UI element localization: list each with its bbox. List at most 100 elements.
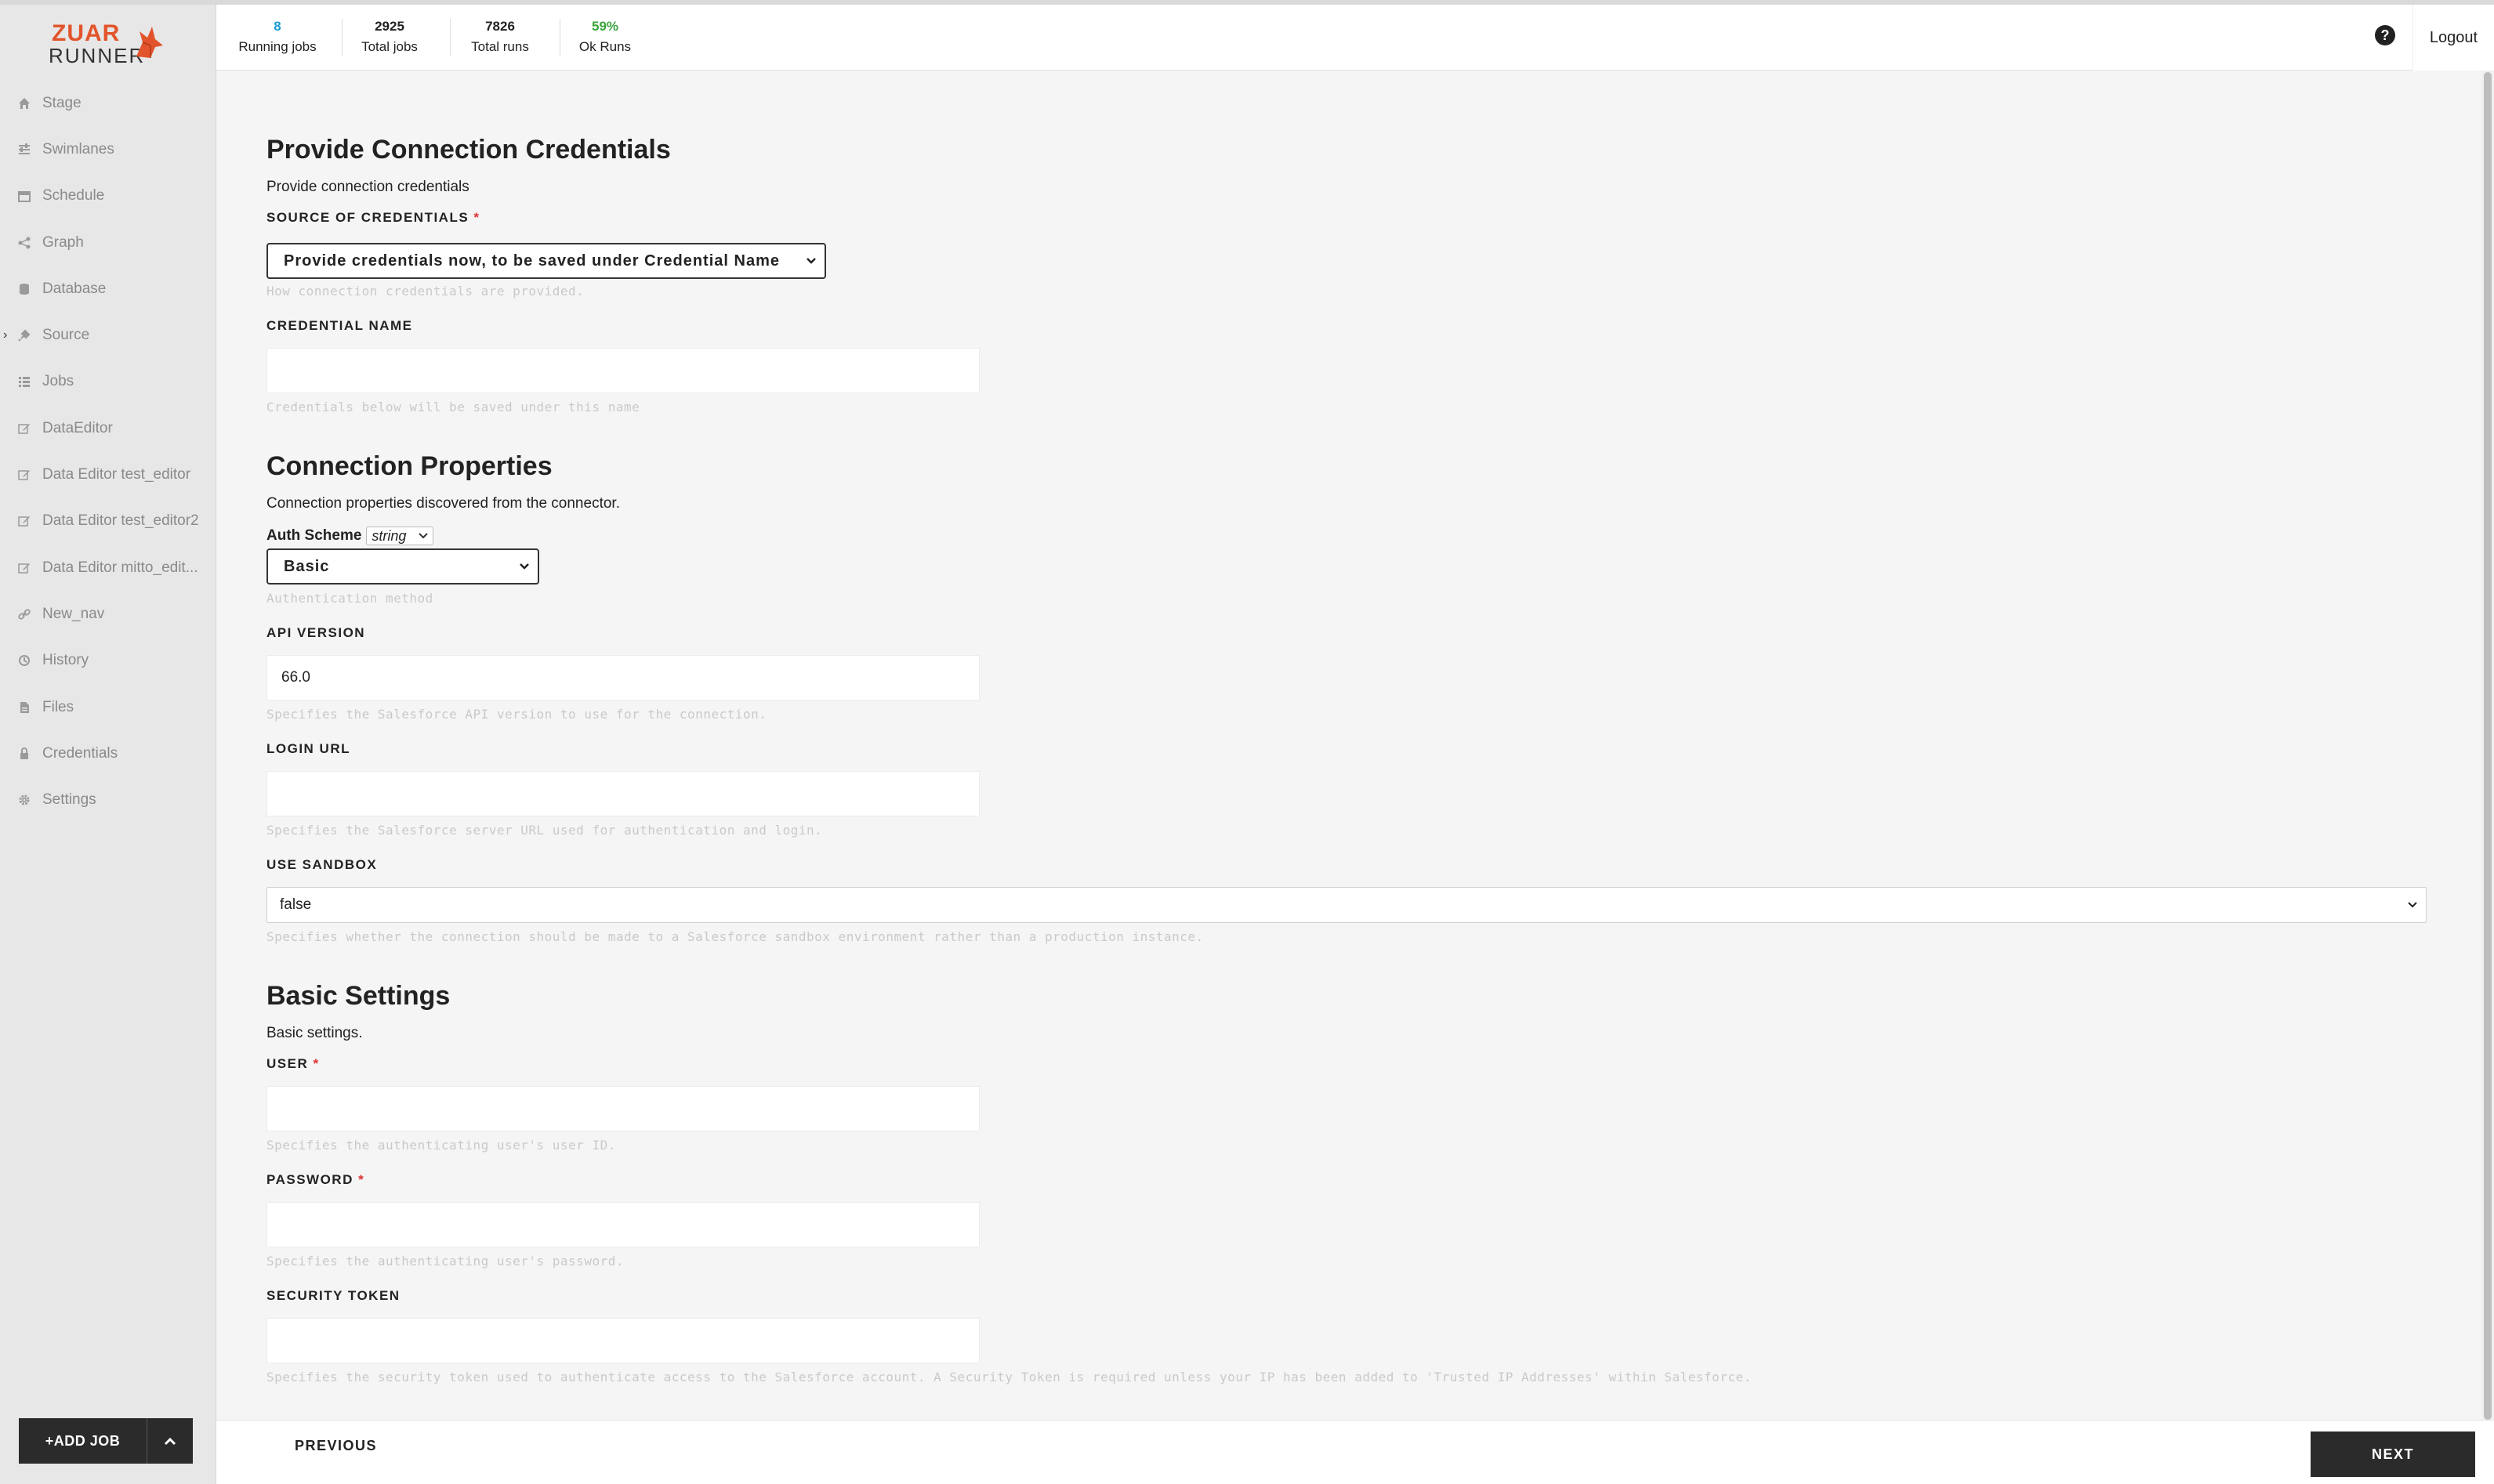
sidebar-item-label: Graph: [42, 233, 84, 251]
database-icon: [17, 282, 31, 296]
add-job-menu-toggle[interactable]: [147, 1418, 193, 1464]
sidebar-item-label: Files: [42, 698, 74, 715]
stat-label: Total jobs: [361, 39, 418, 54]
logout-button[interactable]: Logout: [2412, 5, 2494, 71]
sidebar-item-jobs[interactable]: Jobs: [0, 359, 216, 405]
link-icon: [17, 607, 31, 621]
sidebar-item-data-editor-test-editor[interactable]: Data Editor test_editor: [0, 451, 216, 498]
api-version-input[interactable]: 66.0: [266, 655, 980, 700]
sidebar-item-label: Data Editor test_editor: [42, 466, 191, 483]
chevron-down-icon: [807, 258, 816, 264]
sidebar-item-database[interactable]: Database: [0, 266, 216, 312]
required-marker: *: [473, 210, 480, 225]
sidebar-item-history[interactable]: History: [0, 638, 216, 684]
sidebar-item-data-editor-mitto-edit[interactable]: Data Editor mitto_edit...: [0, 545, 216, 591]
required-marker: *: [358, 1172, 365, 1187]
stat-total-runs[interactable]: 7826 Total runs: [462, 19, 538, 60]
stat-label: Running jobs: [238, 39, 317, 54]
type-value: string: [372, 527, 407, 544]
add-job-button-group: +ADD JOB: [19, 1418, 193, 1464]
credential-name-input[interactable]: [266, 348, 980, 393]
chevron-down-icon: [419, 533, 429, 539]
home-icon: [17, 96, 31, 110]
label-text: PASSWORD: [266, 1172, 353, 1187]
sidebar-item-new-nav[interactable]: New_nav: [0, 591, 216, 637]
stat-value: 7826: [485, 19, 515, 34]
login-url-hint: Specifies the Salesforce server URL used…: [266, 823, 823, 838]
label-text: USER: [266, 1056, 309, 1071]
add-job-button[interactable]: +ADD JOB: [19, 1418, 147, 1464]
stat-running-jobs[interactable]: 8 Running jobs: [238, 19, 317, 60]
sidebar-item-label: Swimlanes: [42, 140, 114, 157]
app-logo[interactable]: ZUAR RUNNER: [49, 20, 166, 67]
sidebar-item-swimlanes[interactable]: Swimlanes: [0, 126, 216, 172]
section-title-connection: Connection Properties: [266, 451, 553, 481]
sidebar-nav: Stage Swimlanes Schedule Graph Database …: [0, 80, 216, 823]
calendar-icon: [17, 189, 31, 203]
next-button[interactable]: NEXT: [2311, 1432, 2475, 1477]
credential-name-hint: Credentials below will be saved under th…: [266, 400, 640, 414]
login-url-input[interactable]: [266, 771, 980, 816]
main-scrollbar[interactable]: [2481, 71, 2494, 1420]
auth-scheme-label: Auth Scheme: [266, 527, 362, 544]
sidebar-item-source[interactable]: › Source: [0, 312, 216, 358]
sidebar-item-credentials[interactable]: Credentials: [0, 730, 216, 776]
sliders-icon: [17, 143, 31, 157]
section-desc-connection: Connection properties discovered from th…: [266, 495, 620, 512]
sidebar-item-label: Source: [42, 327, 90, 344]
sidebar-item-label: Schedule: [42, 187, 105, 205]
auth-scheme-select[interactable]: Basic: [266, 548, 539, 585]
security-token-label: SECURITY TOKEN: [266, 1288, 401, 1303]
stat-value: 59%: [591, 19, 619, 34]
section-desc-basic: Basic settings.: [266, 1025, 363, 1041]
sidebar-item-files[interactable]: Files: [0, 684, 216, 730]
stat-total-jobs[interactable]: 2925 Total jobs: [354, 19, 425, 60]
sidebar-item-label: History: [42, 652, 89, 669]
label-text: SOURCE OF CREDENTIALS: [266, 210, 469, 225]
use-sandbox-select[interactable]: false: [266, 887, 2427, 923]
stat-label: Total runs: [471, 39, 529, 54]
lock-icon: [17, 747, 31, 761]
stat-divider: [342, 19, 343, 56]
user-input[interactable]: [266, 1086, 980, 1131]
sidebar-item-graph[interactable]: Graph: [0, 219, 216, 266]
gear-icon: [17, 793, 31, 807]
previous-button[interactable]: PREVIOUS: [295, 1438, 377, 1454]
sidebar-item-label: Database: [42, 280, 107, 297]
auth-scheme-hint: Authentication method: [266, 591, 433, 606]
sidebar: ZUAR RUNNER Stage Swimlanes Schedule Gra…: [0, 5, 216, 1484]
security-token-input[interactable]: [266, 1318, 980, 1363]
api-version-label: API VERSION: [266, 625, 366, 640]
stat-value: 2925: [375, 19, 404, 34]
edit-icon: [17, 514, 31, 528]
scrollbar-thumb[interactable]: [2484, 72, 2492, 1420]
use-sandbox-label: USE SANDBOX: [266, 857, 378, 872]
stat-value: 8: [274, 19, 281, 34]
expand-caret-icon: ›: [3, 328, 8, 342]
plug-icon: [17, 328, 31, 342]
section-title-credentials: Provide Connection Credentials: [266, 135, 671, 165]
chevron-down-icon: [2408, 902, 2417, 908]
password-input[interactable]: [266, 1202, 980, 1247]
sidebar-item-label: DataEditor: [42, 419, 113, 436]
logo-text-bottom: RUNNER: [49, 44, 146, 67]
source-of-credentials-select[interactable]: Provide credentials now, to be saved und…: [266, 243, 826, 279]
sidebar-item-stage[interactable]: Stage: [0, 80, 216, 126]
select-value: Provide credentials now, to be saved und…: [284, 252, 780, 270]
help-icon[interactable]: ?: [2375, 25, 2395, 45]
sidebar-item-label: Credentials: [42, 744, 118, 762]
chevron-down-icon: [520, 563, 529, 570]
top-header: 8 Running jobs 2925 Total jobs 7826 Tota…: [216, 5, 2494, 71]
sidebar-item-data-editor-test-editor2[interactable]: Data Editor test_editor2: [0, 498, 216, 545]
stat-ok-runs[interactable]: 59% Ok Runs: [574, 19, 636, 60]
sidebar-item-settings[interactable]: Settings: [0, 776, 216, 823]
stat-label: Ok Runs: [578, 39, 632, 54]
sidebar-item-label: New_nav: [42, 605, 105, 622]
wizard-footer: PREVIOUS NEXT: [216, 1420, 2494, 1484]
password-label: PASSWORD *: [266, 1172, 364, 1188]
credential-name-label: CREDENTIAL NAME: [266, 318, 413, 333]
auth-scheme-type-select[interactable]: string: [366, 527, 434, 545]
sidebar-item-dataeditor[interactable]: DataEditor: [0, 405, 216, 451]
stat-divider: [450, 19, 451, 56]
sidebar-item-schedule[interactable]: Schedule: [0, 173, 216, 219]
